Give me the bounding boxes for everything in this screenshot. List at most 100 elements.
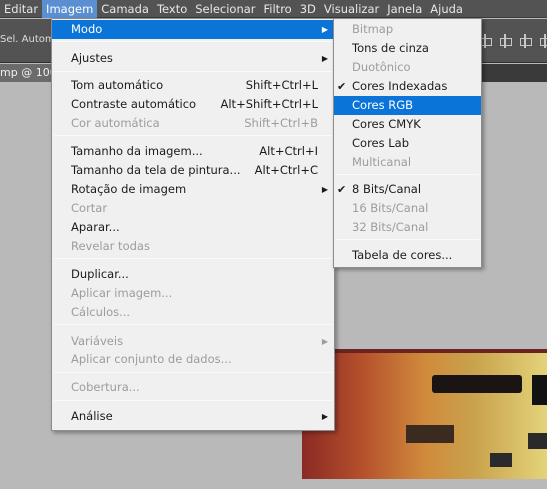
menu-item-label: Cores Indexadas [352, 79, 448, 93]
menu-separator [336, 239, 479, 240]
align-center-icon[interactable] [498, 34, 512, 48]
checkmark-icon: ✔ [337, 80, 347, 93]
menu-item-tamanho-imagem[interactable]: Tamanho da imagem... Alt+Ctrl+I [52, 142, 334, 161]
menu-item-label: Cor automática [71, 116, 160, 130]
menu-item-label: Aplicar conjunto de dados... [71, 352, 232, 366]
menu-item-rotacao-imagem[interactable]: Rotação de imagem ▶ [52, 180, 334, 199]
menu-item-label: Aparar... [71, 220, 120, 234]
menu-item-label: Cores RGB [352, 98, 414, 112]
menu-separator [54, 372, 332, 373]
cassette-hole [532, 375, 547, 405]
menu-item-label: Duotônico [352, 60, 411, 74]
submenu-item-duotonico[interactable]: Duotônico [334, 58, 481, 77]
cassette-corner [528, 433, 547, 449]
menu-separator [54, 41, 332, 42]
menu-item-tom-automatico[interactable]: Tom automático Shift+Ctrl+L [52, 76, 334, 95]
menu-item-label: Cálculos... [71, 305, 131, 319]
menu-visualizar[interactable]: Visualizar [320, 0, 383, 18]
shortcut-label: Shift+Ctrl+B [244, 116, 318, 130]
submenu-arrow-icon: ▶ [321, 337, 328, 346]
menu-item-label: Tamanho da tela de pintura... [71, 163, 241, 177]
menu-3d[interactable]: 3D [296, 0, 320, 18]
menu-item-cobertura[interactable]: Cobertura... [52, 378, 334, 397]
menu-item-label: Duplicar... [71, 267, 129, 281]
submenu-item-bitmap[interactable]: Bitmap [334, 20, 481, 39]
menu-item-revelar-todas[interactable]: Revelar todas [52, 237, 334, 256]
menu-item-label: Tabela de cores... [352, 248, 453, 262]
menu-item-label: Bitmap [352, 22, 394, 36]
distribute-icon[interactable] [538, 34, 547, 48]
menu-item-tamanho-tela[interactable]: Tamanho da tela de pintura... Alt+Ctrl+C [52, 161, 334, 180]
menu-item-label: Cores Lab [352, 136, 410, 150]
align-buttons [478, 34, 547, 48]
submenu-arrow-icon: ▶ [321, 25, 328, 34]
menu-item-label: Tom automático [71, 78, 164, 92]
menu-imagem[interactable]: Imagem [42, 0, 98, 18]
submenu-item-8-bits[interactable]: ✔ 8 Bits/Canal [334, 180, 481, 199]
submenu-item-cores-cmyk[interactable]: Cores CMYK [334, 115, 481, 134]
menu-separator [54, 135, 332, 136]
menu-item-duplicar[interactable]: Duplicar... [52, 265, 334, 284]
submenu-item-16-bits[interactable]: 16 Bits/Canal [334, 199, 481, 218]
menu-item-label: Tons de cinza [352, 41, 429, 55]
cassette-window [432, 375, 522, 393]
menu-camada[interactable]: Camada [97, 0, 153, 18]
cassette-label-area [406, 425, 454, 443]
menu-item-label: Contraste automático [71, 97, 197, 111]
submenu-arrow-icon: ▶ [321, 412, 328, 421]
mode-submenu: Bitmap Tons de cinza Duotônico ✔ Cores I… [333, 18, 482, 268]
menu-item-contraste-automatico[interactable]: Contraste automático Alt+Shift+Ctrl+L [52, 95, 334, 114]
menu-item-aparar[interactable]: Aparar... [52, 218, 334, 237]
menu-item-label: Aplicar imagem... [71, 286, 173, 300]
menu-separator [54, 324, 332, 325]
menu-item-aplicar-imagem[interactable]: Aplicar imagem... [52, 284, 334, 303]
menu-texto[interactable]: Texto [153, 0, 191, 18]
menu-janela[interactable]: Janela [383, 0, 426, 18]
menu-item-label: Ajustes [71, 51, 113, 65]
menu-item-label: Modo [71, 22, 103, 36]
menu-separator [54, 71, 332, 72]
align-right-icon[interactable] [518, 34, 532, 48]
submenu-item-cores-lab[interactable]: Cores Lab [334, 134, 481, 153]
submenu-item-cores-rgb[interactable]: Cores RGB [334, 96, 481, 115]
menu-item-ajustes[interactable]: Ajustes ▶ [52, 49, 334, 68]
shortcut-label: Alt+Ctrl+C [254, 163, 318, 177]
document-tab[interactable]: mp @ 100 [0, 64, 54, 82]
menu-item-label: Cortar [71, 201, 108, 215]
checkmark-icon: ✔ [337, 183, 347, 196]
menu-item-analise[interactable]: Análise ▶ [52, 407, 334, 426]
menu-item-label: Variáveis [71, 334, 124, 348]
submenu-item-tons-de-cinza[interactable]: Tons de cinza [334, 39, 481, 58]
shortcut-label: Shift+Ctrl+L [245, 78, 318, 92]
menu-item-calculos[interactable]: Cálculos... [52, 303, 334, 322]
menu-filtro[interactable]: Filtro [260, 0, 296, 18]
menu-item-variaveis[interactable]: Variáveis ▶ [52, 332, 334, 351]
menu-item-cortar[interactable]: Cortar [52, 199, 334, 218]
submenu-item-multicanal[interactable]: Multicanal [334, 153, 481, 172]
menu-ajuda[interactable]: Ajuda [426, 0, 467, 18]
menu-item-label: 16 Bits/Canal [352, 201, 429, 215]
menu-item-modo[interactable]: Modo ▶ [52, 20, 334, 39]
menu-editar[interactable]: Editar [0, 0, 42, 18]
menu-item-aplicar-conjunto[interactable]: Aplicar conjunto de dados... [52, 350, 334, 369]
submenu-item-32-bits[interactable]: 32 Bits/Canal [334, 218, 481, 237]
menu-item-label: Cobertura... [71, 380, 140, 394]
menu-item-label: Rotação de imagem [71, 182, 187, 196]
menu-item-label: 8 Bits/Canal [352, 182, 422, 196]
menu-item-cor-automatica[interactable]: Cor automática Shift+Ctrl+B [52, 114, 334, 133]
menu-separator [54, 258, 332, 259]
submenu-item-cores-indexadas[interactable]: ✔ Cores Indexadas [334, 77, 481, 96]
menu-item-label: Revelar todas [71, 239, 150, 253]
shortcut-label: Alt+Shift+Ctrl+L [220, 97, 319, 111]
image-menu: Modo ▶ Ajustes ▶ Tom automático Shift+Ct… [51, 18, 335, 431]
cassette-edge [302, 349, 547, 353]
menu-bar: Editar Imagem Camada Texto Selecionar Fi… [0, 0, 547, 18]
menu-item-label: Análise [71, 409, 113, 423]
submenu-item-tabela-de-cores[interactable]: Tabela de cores... [334, 246, 481, 265]
menu-separator [54, 400, 332, 401]
cassette-screw [490, 453, 512, 467]
menu-item-label: 32 Bits/Canal [352, 220, 429, 234]
menu-item-label: Cores CMYK [352, 117, 421, 131]
canvas-image[interactable] [302, 349, 547, 479]
menu-selecionar[interactable]: Selecionar [191, 0, 259, 18]
